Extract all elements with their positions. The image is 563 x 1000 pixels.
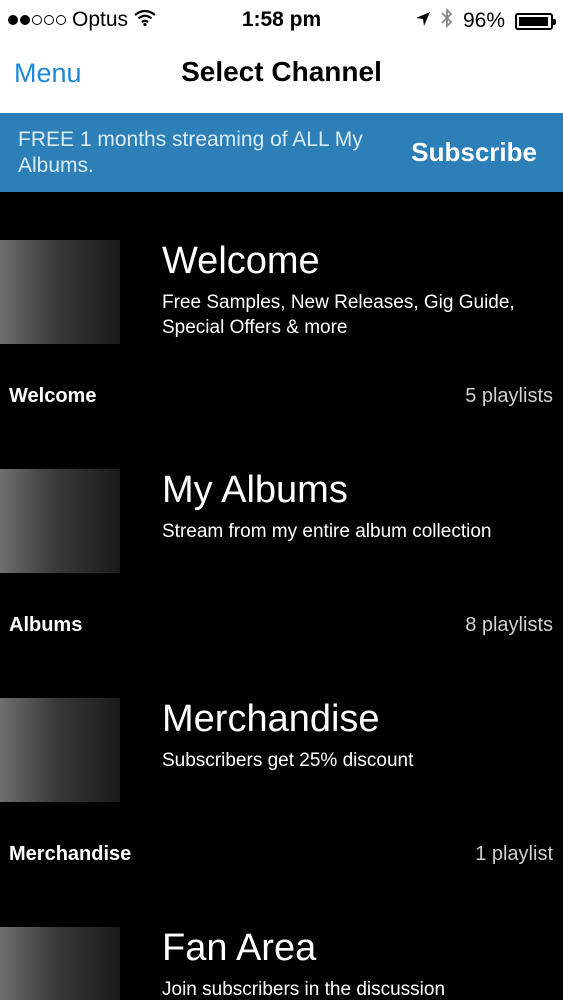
promo-text: FREE 1 months streaming of ALL My Albums… [18, 128, 363, 177]
channel-item-fan-area[interactable]: Fan Area Join subscribers in the discuss… [0, 879, 563, 1000]
channel-name: Welcome [9, 385, 97, 407]
header: Optus 1:58 pm 96% Menu Select Channel [0, 0, 563, 113]
bluetooth-icon [441, 7, 453, 34]
channel-thumbnail [0, 698, 120, 802]
channel-description: Subscribers get 25% discount [162, 750, 414, 771]
page-title: Select Channel [181, 56, 382, 87]
playlist-count: 5 playlists [465, 385, 553, 407]
location-arrow-icon [415, 9, 431, 33]
channel-item-welcome[interactable]: Welcome Free Samples, New Releases, Gig … [0, 192, 563, 422]
playlist-count: 8 playlists [465, 614, 553, 636]
channel-title: Merchandise [162, 698, 380, 740]
subscribe-button[interactable]: Subscribe [411, 137, 537, 168]
channel-description: Free Samples, New Releases, Gig Guide, S… [162, 292, 515, 338]
channel-thumbnail [0, 240, 120, 344]
channel-name: Albums [9, 614, 83, 636]
channel-thumbnail [0, 927, 120, 1000]
channel-thumbnail [0, 469, 120, 573]
playlist-count: 1 playlist [475, 843, 553, 865]
channel-name: Merchandise [9, 843, 132, 865]
battery-icon [515, 12, 556, 30]
channel-item-merchandise[interactable]: Merchandise Subscribers get 25% discount… [0, 650, 563, 880]
channel-item-my-albums[interactable]: My Albums Stream from my entire album co… [0, 421, 563, 651]
channel-description: Stream from my entire album collection [162, 521, 492, 542]
channel-title: My Albums [162, 469, 348, 511]
promo-banner[interactable]: FREE 1 months streaming of ALL My Albums… [0, 113, 563, 192]
status-bar: Optus 1:58 pm 96% [0, 0, 563, 40]
navigation-bar: Menu Select Channel [0, 40, 563, 113]
battery-percent: 96% [462, 9, 505, 32]
channel-title: Welcome [162, 240, 320, 282]
channel-description: Join subscribers in the discussion [162, 979, 446, 1000]
channel-title: Fan Area [162, 927, 317, 969]
